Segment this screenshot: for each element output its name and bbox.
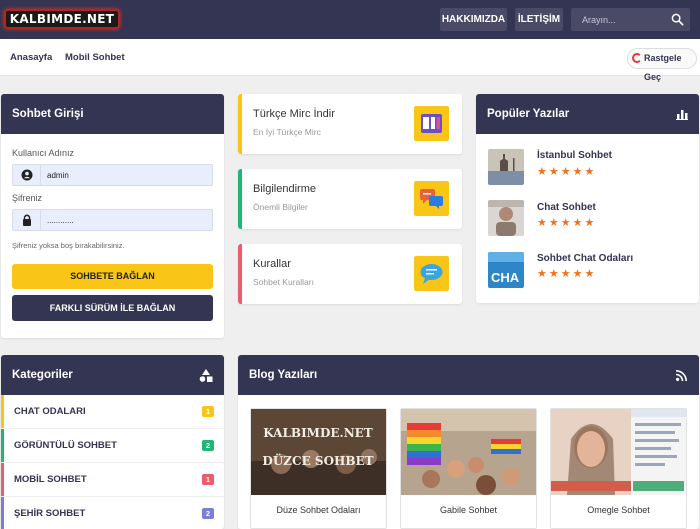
blog-post-card[interactable]: Omegle Sohbet <box>550 408 687 529</box>
card-info[interactable]: Bilgilendirme Önemli Bilgiler <box>238 169 462 229</box>
blog-post-card[interactable]: Gabile Sohbet <box>400 408 537 529</box>
categories-title: Kategoriler <box>1 355 224 395</box>
category-label: GÖRÜNTÜLÜ SOHBET <box>14 440 117 451</box>
top-navbar: KALBIMDE.NET HAKKIMIZDA İLETİŞİM <box>0 0 700 39</box>
user-icon <box>21 169 33 181</box>
category-count-badge: 1 <box>202 406 214 417</box>
blog-post-card[interactable]: KALBIMDE.NET DÜZCE SOHBET Düze Sohbet Od… <box>250 408 387 529</box>
category-count-badge: 2 <box>202 508 214 519</box>
category-item[interactable]: MOBİL SOHBET 1 <box>1 463 225 497</box>
category-item[interactable]: GÖRÜNTÜLÜ SOHBET 2 <box>1 429 225 463</box>
search-box <box>571 8 690 31</box>
popular-thumb-chat[interactable] <box>488 200 524 236</box>
card-title: Bilgilendirme <box>253 183 316 195</box>
svg-text:DÜZCE SOHBET: DÜZCE SOHBET <box>262 452 373 468</box>
rss-icon[interactable] <box>676 370 687 381</box>
password-note: Şifreniz yoksa boş bırakabilirsiniz. <box>12 241 125 250</box>
category-count-badge: 2 <box>202 440 214 451</box>
connect-button[interactable]: SOHBETE BAĞLAN <box>12 264 213 289</box>
categories-panel: Kategoriler CHAT ODALARI 1 GÖRÜNTÜLÜ SOH… <box>1 355 225 529</box>
shapes-icon <box>199 369 213 382</box>
about-button[interactable]: HAKKIMIZDA <box>440 8 507 31</box>
popular-title: Popüler Yazılar <box>476 94 699 134</box>
card-title: Kurallar <box>253 258 291 270</box>
username-input[interactable] <box>47 168 207 182</box>
svg-text:CHA: CHA <box>491 270 520 285</box>
password-label: Şifreniz <box>12 193 43 203</box>
password-field <box>12 209 213 231</box>
random-button-label: Rastgele Geç <box>644 53 682 82</box>
card-subtitle: Sohbet Kuralları <box>253 277 314 287</box>
rating-stars: ★★★★★ <box>537 217 597 229</box>
popular-thumb-istanbul[interactable] <box>488 149 524 185</box>
rating-stars: ★★★★★ <box>537 166 597 178</box>
username-label: Kullanıcı Adınız <box>12 148 75 158</box>
chat-bubbles-icon <box>414 181 449 216</box>
blog-post-title: Gabile Sohbet <box>439 505 498 515</box>
password-input[interactable] <box>47 213 207 227</box>
blog-title: Blog Yazıları <box>238 355 699 395</box>
rating-stars: ★★★★★ <box>537 268 597 280</box>
category-label: ŞEHİR SOHBET <box>14 508 86 519</box>
svg-text:KALBIMDE.NET: KALBIMDE.NET <box>263 426 373 440</box>
card-title: Türkçe Mirc İndir <box>253 108 335 120</box>
category-label: MOBİL SOHBET <box>14 474 87 485</box>
bar-chart-icon <box>676 110 688 120</box>
cloud-chat-icon <box>414 256 449 291</box>
popular-item-title[interactable]: Chat Sohbet <box>537 202 596 213</box>
popular-item-title[interactable]: İstanbul Sohbet <box>537 150 612 161</box>
search-input[interactable] <box>571 8 666 31</box>
nav-home-link[interactable]: Anasayfa <box>10 52 52 63</box>
card-mirc[interactable]: Türkçe Mirc İndir En İyi Türkçe Mirc <box>238 94 462 154</box>
lock-icon <box>23 214 31 226</box>
search-icon[interactable] <box>671 13 684 26</box>
card-subtitle: Önemli Bilgiler <box>253 202 308 212</box>
blog-post-image: KALBIMDE.NET DÜZCE SOHBET <box>251 409 386 495</box>
category-count-badge: 1 <box>202 474 214 485</box>
card-rules[interactable]: Kurallar Sohbet Kuralları <box>238 244 462 304</box>
nav-mobile-link[interactable]: Mobil Sohbet <box>65 52 125 63</box>
card-subtitle: En İyi Türkçe Mirc <box>253 127 321 137</box>
sub-navbar: Anasayfa Mobil Sohbet <box>0 39 700 76</box>
site-logo[interactable]: KALBIMDE.NET <box>4 9 120 29</box>
blog-post-image <box>401 409 536 495</box>
popular-thumb-rooms[interactable]: CHA <box>488 252 524 288</box>
blog-post-title: Omegle Sohbet <box>587 505 650 515</box>
random-button[interactable]: Rastgele Geç <box>627 48 697 82</box>
category-item[interactable]: ŞEHİR SOHBET 2 <box>1 497 225 529</box>
popular-item-title[interactable]: Sohbet Chat Odaları <box>537 253 633 264</box>
mirc-icon <box>414 106 449 141</box>
login-title: Sohbet Girişi <box>1 94 224 134</box>
refresh-icon <box>632 53 642 63</box>
contact-button[interactable]: İLETİŞİM <box>515 8 563 31</box>
blog-post-title: Düze Sohbet Odaları <box>276 505 361 515</box>
blog-post-image <box>551 409 686 495</box>
category-label: CHAT ODALARI <box>14 406 86 417</box>
username-field <box>12 164 213 186</box>
category-item[interactable]: CHAT ODALARI 1 <box>1 395 225 429</box>
alt-connect-button[interactable]: FARKLI SÜRÜM İLE BAĞLAN <box>12 295 213 321</box>
